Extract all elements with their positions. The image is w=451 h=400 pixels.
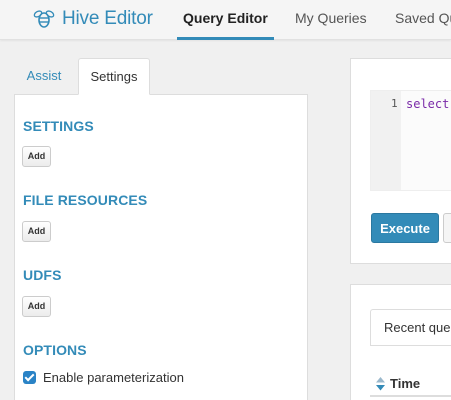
top-navbar: Hive Editor Query Editor My Queries Save…	[0, 0, 451, 40]
execute-button[interactable]: Execute	[371, 213, 439, 243]
line-number: 1	[391, 97, 398, 110]
options-section-title: OPTIONS	[23, 342, 87, 358]
tab-saved-queries[interactable]: Saved Qu	[395, 0, 451, 40]
time-column-header[interactable]: Time	[376, 376, 420, 391]
add-file-resource-button[interactable]: Add	[22, 221, 51, 242]
time-column-label: Time	[390, 376, 421, 391]
file-resources-section-title: FILE RESOURCES	[23, 192, 148, 208]
option-parameterization[interactable]: Enable parameterization	[23, 370, 184, 385]
table-divider	[370, 395, 451, 397]
add-setting-button[interactable]: Add	[22, 146, 51, 167]
parameterization-checkbox[interactable]	[23, 371, 36, 384]
secondary-action-button[interactable]	[443, 213, 451, 243]
tab-settings[interactable]: Settings	[78, 58, 150, 95]
tab-assist[interactable]: Assist	[14, 58, 74, 95]
hive-bee-icon	[33, 10, 55, 28]
sort-icon	[376, 376, 385, 390]
parameterization-label: Enable parameterization	[43, 370, 184, 385]
tab-my-queries[interactable]: My Queries	[295, 0, 367, 40]
brand-title: Hive Editor	[62, 8, 153, 29]
tab-query-editor[interactable]: Query Editor	[177, 0, 274, 40]
query-code[interactable]: select	[406, 97, 449, 111]
query-editor[interactable]: 1 select	[370, 90, 451, 191]
brand[interactable]: Hive Editor	[33, 5, 153, 33]
settings-section-title: SETTINGS	[23, 118, 94, 134]
tab-recent-queries[interactable]: Recent que	[370, 309, 451, 346]
udfs-section-title: UDFS	[23, 267, 62, 283]
add-udf-button[interactable]: Add	[22, 296, 51, 317]
